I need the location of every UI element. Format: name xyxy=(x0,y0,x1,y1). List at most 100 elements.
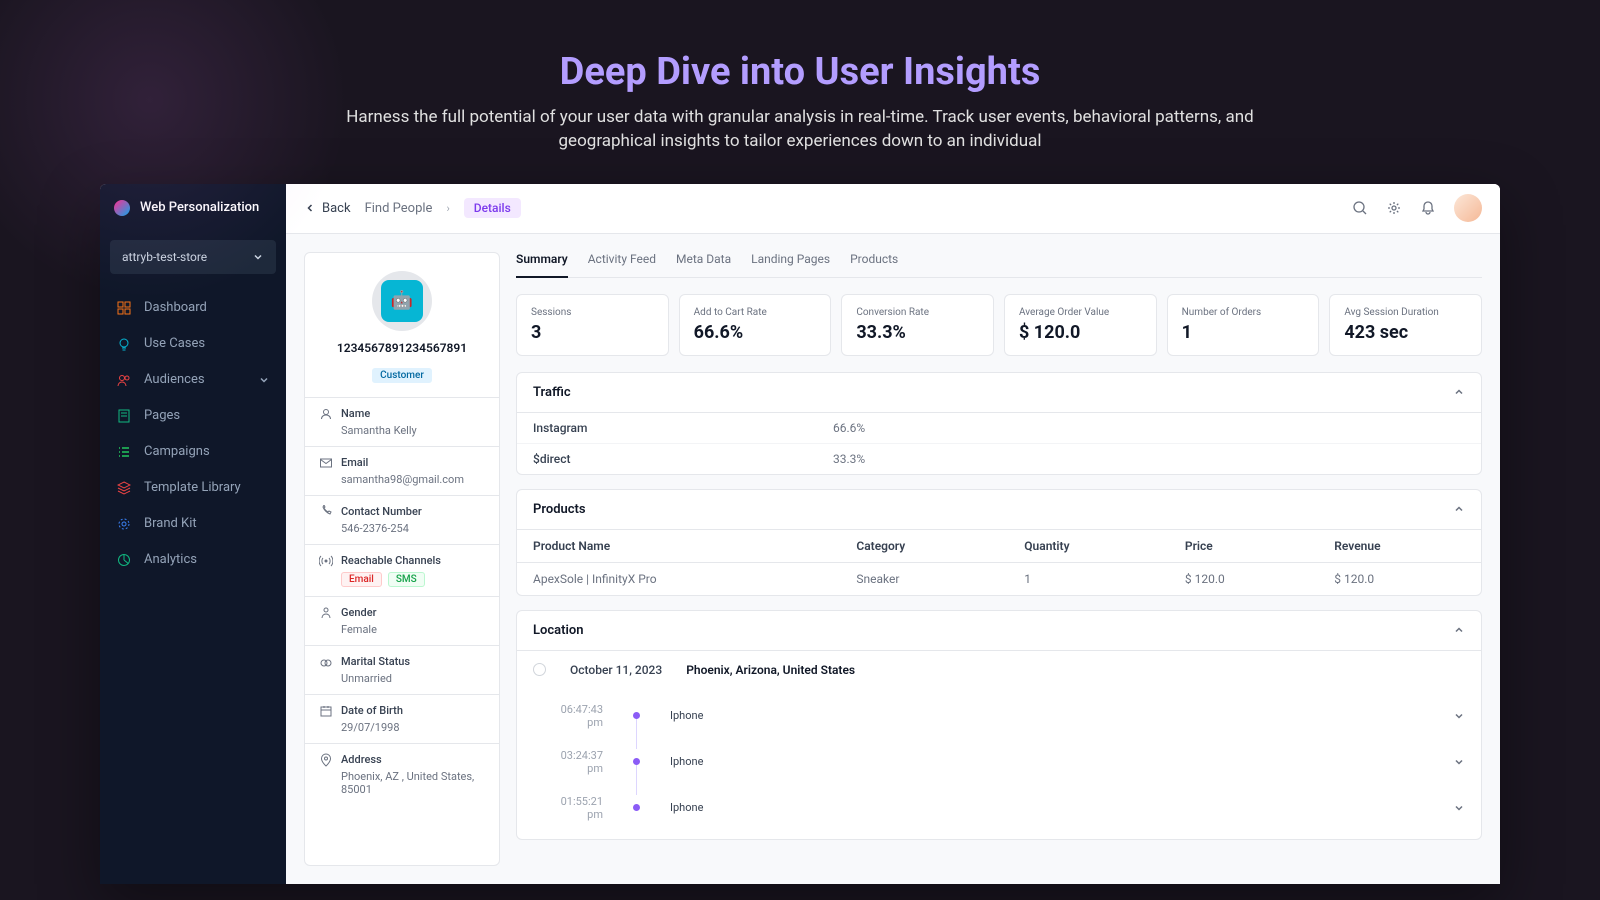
profile-id: 1234567891234567891 xyxy=(317,341,487,355)
nav-label: Analytics xyxy=(144,552,197,567)
hero-section: Deep Dive into User Insights Harness the… xyxy=(0,0,1600,184)
tab-summary[interactable]: Summary xyxy=(516,252,568,278)
chevron-left-icon xyxy=(304,202,316,214)
user-icon xyxy=(319,407,333,421)
chevron-up-icon xyxy=(1453,503,1465,515)
tab-meta-data[interactable]: Meta Data xyxy=(676,252,731,277)
pie-icon xyxy=(116,552,132,568)
chevron-down-icon xyxy=(252,251,264,263)
main-area: Back Find People › Details 🤖 12345678912… xyxy=(286,184,1500,884)
person-icon xyxy=(319,606,333,620)
logo-icon xyxy=(114,200,130,216)
stats-row: Sessions3 Add to Cart Rate66.6% Conversi… xyxy=(516,294,1482,356)
content-body: 🤖 1234567891234567891 Customer Name Sama… xyxy=(286,234,1500,884)
chevron-up-icon xyxy=(1453,386,1465,398)
dot-icon xyxy=(633,712,640,719)
sidebar-item-brand-kit[interactable]: Brand Kit xyxy=(100,506,286,542)
location-timeline: 06:47:43 pm Iphone 03:24:37 pm Iphone xyxy=(517,689,1481,839)
traffic-panel: Traffic Instagram66.6% $direct33.3% xyxy=(516,372,1482,475)
profile-avatar: 🤖 xyxy=(372,271,432,331)
sidebar-item-dashboard[interactable]: Dashboard xyxy=(100,290,286,326)
field-email: Email samantha98@gmail.com xyxy=(305,447,499,496)
chevron-down-icon[interactable] xyxy=(1453,802,1465,814)
chevron-down-icon[interactable] xyxy=(1453,710,1465,722)
bell-icon[interactable] xyxy=(1420,200,1436,216)
sidebar-item-pages[interactable]: Pages xyxy=(100,398,286,434)
store-name: attryb-test-store xyxy=(122,250,207,264)
timeline-item[interactable]: 01:55:21 pm Iphone xyxy=(545,785,1465,831)
products-table: Product Name Category Quantity Price Rev… xyxy=(517,529,1481,595)
field-name: Name Samantha Kelly xyxy=(305,398,499,447)
app-window: Web Personalization attryb-test-store Da… xyxy=(100,184,1500,884)
nav-label: Pages xyxy=(144,408,180,423)
field-channels: Reachable Channels Email SMS xyxy=(305,545,499,597)
field-marital: Marital Status Unmarried xyxy=(305,646,499,695)
summary-panel: Summary Activity Feed Meta Data Landing … xyxy=(516,252,1482,866)
back-label: Back xyxy=(322,201,351,216)
traffic-row: Instagram66.6% xyxy=(517,413,1481,443)
table-row: ApexSole | InfinityX Pro Sneaker 1 $ 120… xyxy=(517,562,1481,595)
calendar-icon xyxy=(319,704,333,718)
target-icon xyxy=(116,516,132,532)
traffic-row: $direct33.3% xyxy=(517,443,1481,474)
traffic-header[interactable]: Traffic xyxy=(517,373,1481,412)
topbar-actions xyxy=(1352,194,1482,222)
nav-label: Use Cases xyxy=(144,336,205,351)
tab-landing-pages[interactable]: Landing Pages xyxy=(751,252,830,277)
location-header[interactable]: Location xyxy=(517,611,1481,650)
sidebar-item-campaigns[interactable]: Campaigns xyxy=(100,434,286,470)
phone-icon xyxy=(319,505,333,519)
chevron-up-icon xyxy=(1453,624,1465,636)
stat-orders: Number of Orders1 xyxy=(1167,294,1320,356)
location-entry[interactable]: October 11, 2023 Phoenix, Arizona, Unite… xyxy=(517,650,1481,689)
timeline-item[interactable]: 06:47:43 pm Iphone xyxy=(545,693,1465,739)
products-header[interactable]: Products xyxy=(517,490,1481,529)
back-button[interactable]: Back xyxy=(304,201,351,216)
gear-icon[interactable] xyxy=(1386,200,1402,216)
sidebar-item-use-cases[interactable]: Use Cases xyxy=(100,326,286,362)
bulb-icon xyxy=(116,336,132,352)
sidebar-brand: Web Personalization xyxy=(100,184,286,232)
sidebar-item-audiences[interactable]: Audiences xyxy=(100,362,286,398)
profile-card: 🤖 1234567891234567891 Customer Name Sama… xyxy=(304,252,500,866)
timeline-item[interactable]: 03:24:37 pm Iphone xyxy=(545,739,1465,785)
robot-icon: 🤖 xyxy=(381,280,423,322)
tab-activity-feed[interactable]: Activity Feed xyxy=(588,252,656,277)
chevron-down-icon[interactable] xyxy=(1453,756,1465,768)
hero-subtitle: Harness the full potential of your user … xyxy=(300,106,1300,154)
customer-badge: Customer xyxy=(372,368,432,383)
location-panel: Location October 11, 2023 Phoenix, Arizo… xyxy=(516,610,1482,840)
sidebar-item-template-library[interactable]: Template Library xyxy=(100,470,286,506)
sidebar-item-analytics[interactable]: Analytics xyxy=(100,542,286,578)
stat-duration: Avg Session Duration423 sec xyxy=(1329,294,1482,356)
topbar: Back Find People › Details xyxy=(286,184,1500,234)
tag-sms: SMS xyxy=(388,572,425,587)
stat-conversion: Conversion Rate33.3% xyxy=(841,294,994,356)
app-name: Web Personalization xyxy=(140,200,259,215)
sidebar: Web Personalization attryb-test-store Da… xyxy=(100,184,286,884)
breadcrumb-find-people[interactable]: Find People xyxy=(365,201,433,216)
list-icon xyxy=(116,444,132,460)
search-icon[interactable] xyxy=(1352,200,1368,216)
field-address: Address Phoenix, AZ , United States, 850… xyxy=(305,744,499,805)
grid-icon xyxy=(116,300,132,316)
nav-label: Dashboard xyxy=(144,300,207,315)
stat-sessions: Sessions3 xyxy=(516,294,669,356)
store-selector[interactable]: attryb-test-store xyxy=(110,240,276,274)
page-icon xyxy=(116,408,132,424)
users-icon xyxy=(116,372,132,388)
nav-label: Brand Kit xyxy=(144,516,197,531)
layers-icon xyxy=(116,480,132,496)
tabs: Summary Activity Feed Meta Data Landing … xyxy=(516,252,1482,278)
products-panel: Products Product Name Category Quantity … xyxy=(516,489,1482,596)
tag-email: Email xyxy=(341,572,382,587)
nav-label: Campaigns xyxy=(144,444,210,459)
tab-products[interactable]: Products xyxy=(850,252,898,277)
field-contact: Contact Number 546-2376-254 xyxy=(305,496,499,545)
stat-aov: Average Order Value$ 120.0 xyxy=(1004,294,1157,356)
profile-header: 🤖 1234567891234567891 Customer xyxy=(305,253,499,398)
mail-icon xyxy=(319,456,333,470)
user-avatar[interactable] xyxy=(1454,194,1482,222)
radio-icon[interactable] xyxy=(533,663,546,676)
hero-title: Deep Dive into User Insights xyxy=(20,50,1580,94)
